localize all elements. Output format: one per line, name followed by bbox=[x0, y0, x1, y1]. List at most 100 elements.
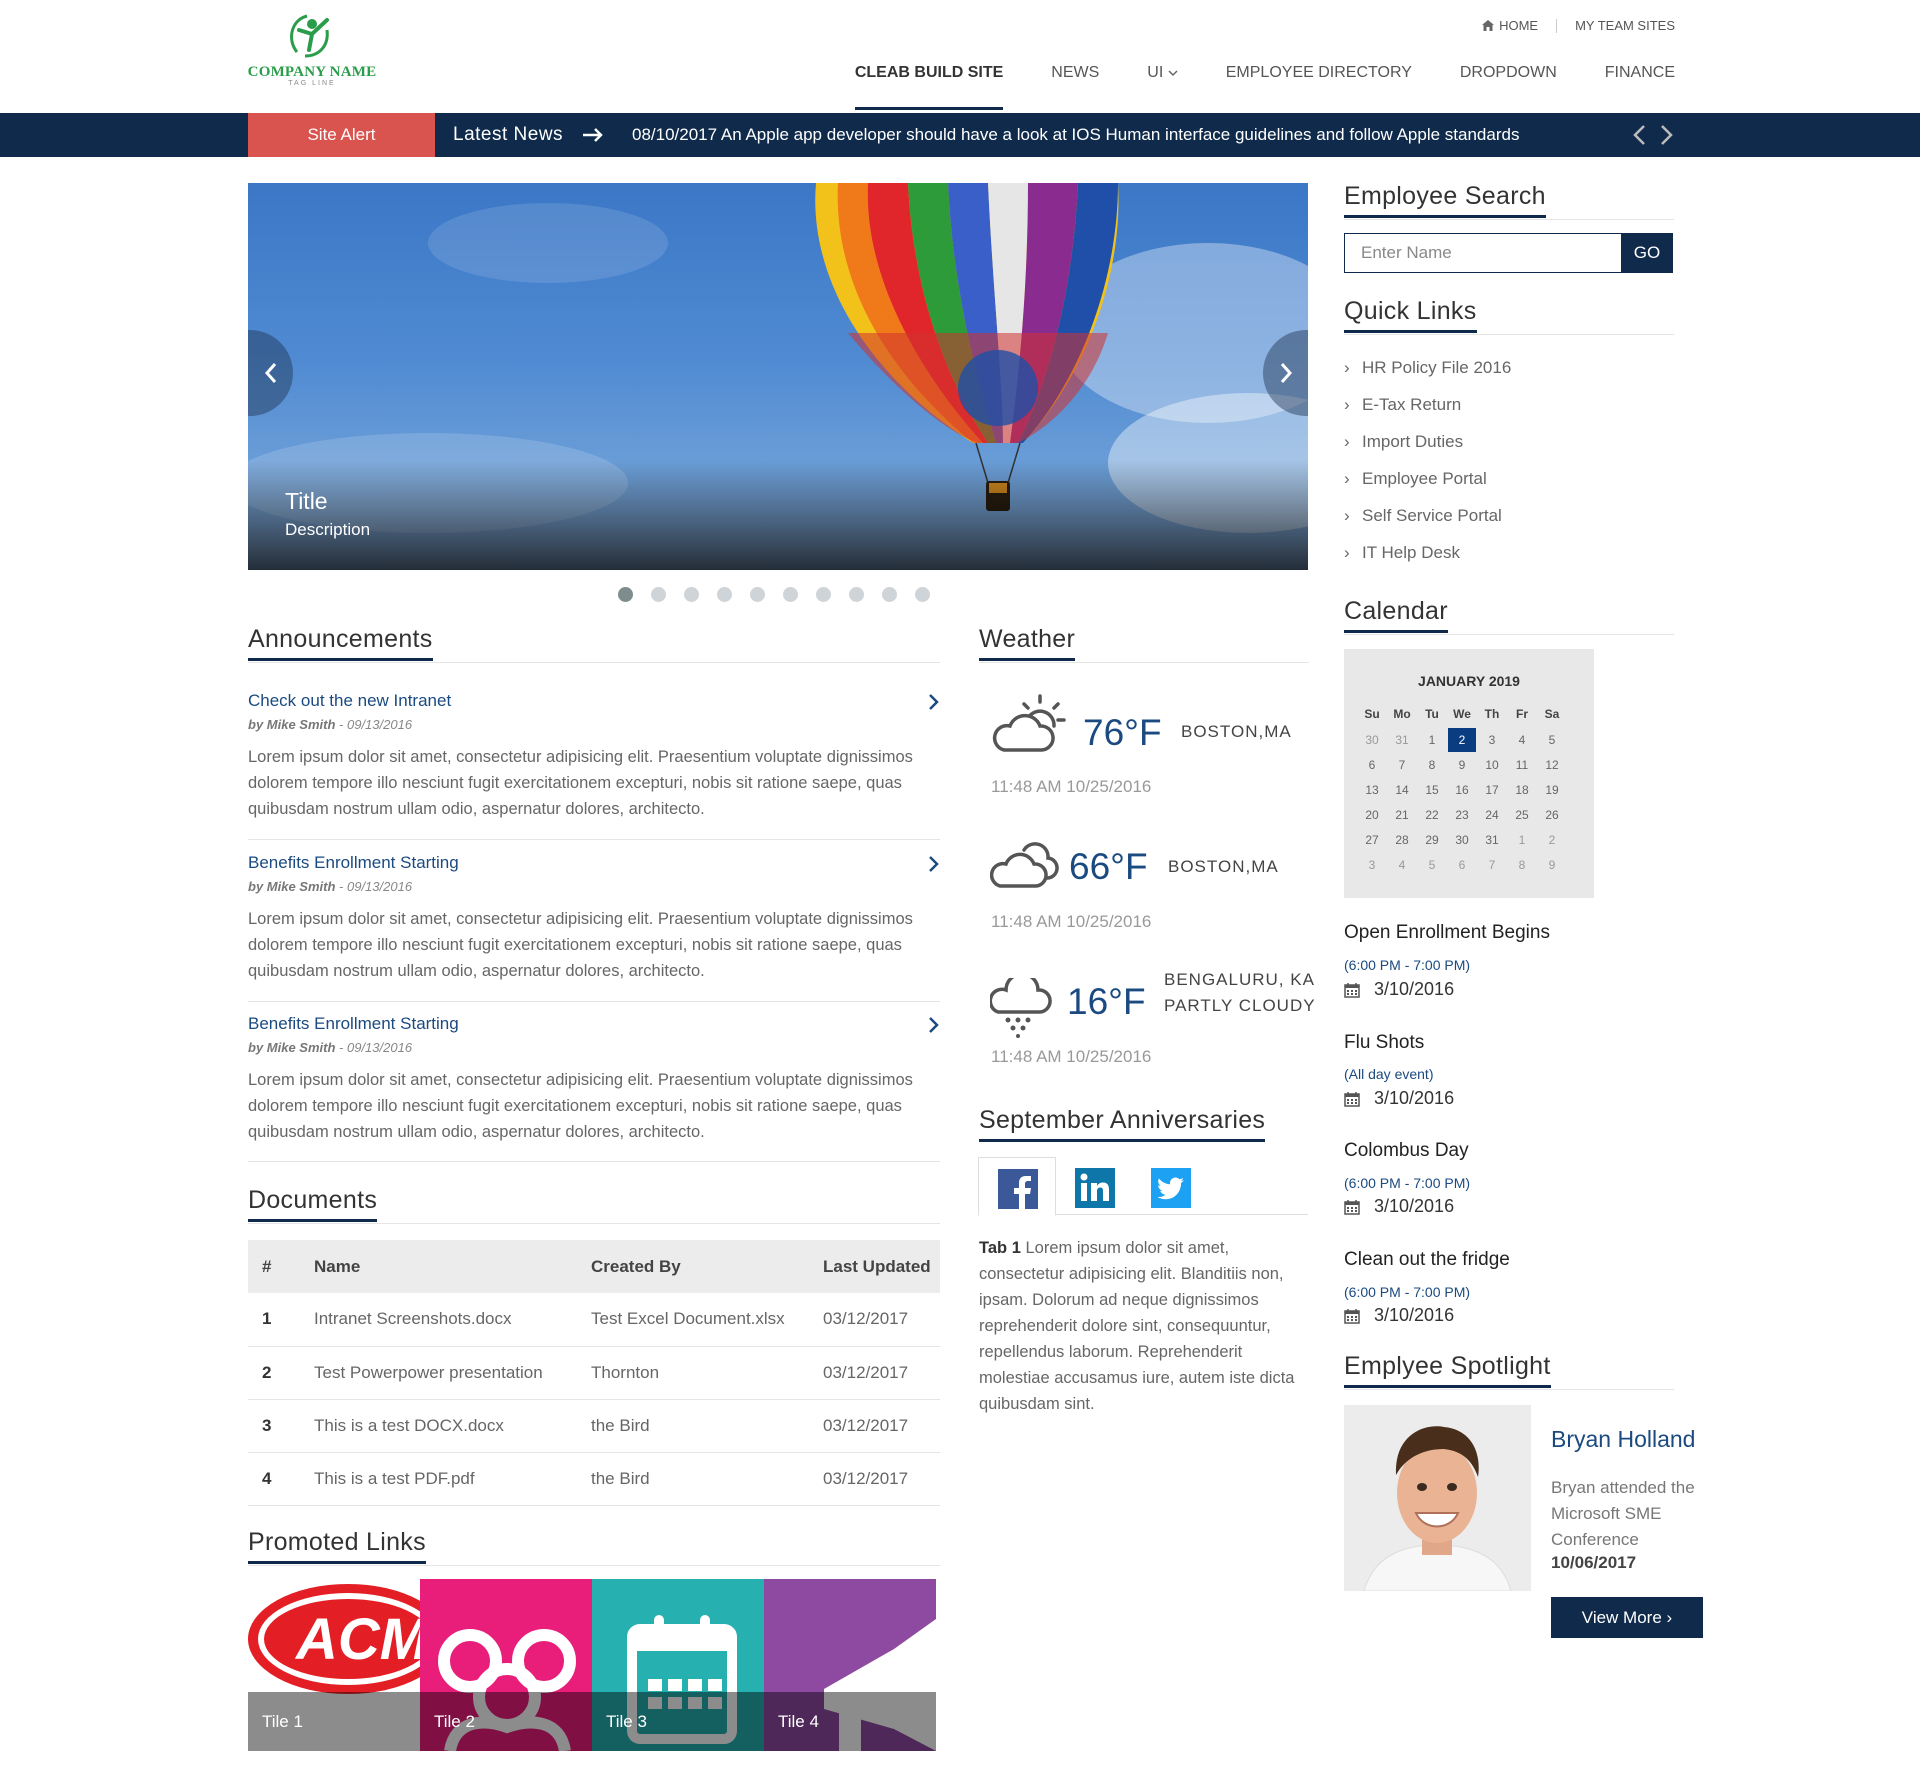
nav-item-finance[interactable]: FINANCE bbox=[1605, 64, 1675, 110]
carousel-dot[interactable] bbox=[849, 587, 864, 602]
calendar-day[interactable]: 30 bbox=[1357, 727, 1387, 752]
carousel-dot[interactable] bbox=[915, 587, 930, 602]
document-name[interactable]: This is a test PDF.pdf bbox=[300, 1452, 577, 1506]
carousel-dot[interactable] bbox=[783, 587, 798, 602]
spotlight-name[interactable]: Bryan Holland bbox=[1551, 1426, 1695, 1453]
table-row[interactable]: 3 This is a test DOCX.docx the Bird 03/1… bbox=[248, 1399, 940, 1453]
calendar-day[interactable]: 7 bbox=[1477, 852, 1507, 877]
document-name[interactable]: Intranet Screenshots.docx bbox=[300, 1293, 577, 1347]
table-row[interactable]: 4 This is a test PDF.pdf the Bird 03/12/… bbox=[248, 1452, 940, 1506]
calendar-day[interactable]: 5 bbox=[1417, 852, 1447, 877]
linkedin-icon[interactable] bbox=[1075, 1168, 1115, 1208]
calendar-day[interactable]: 30 bbox=[1447, 827, 1477, 852]
carousel-dot[interactable] bbox=[618, 587, 633, 602]
calendar-day[interactable]: 22 bbox=[1417, 802, 1447, 827]
calendar-day[interactable]: 31 bbox=[1477, 827, 1507, 852]
table-row[interactable]: 1 Intranet Screenshots.docx Test Excel D… bbox=[248, 1293, 940, 1347]
calendar-day[interactable]: 19 bbox=[1537, 777, 1567, 802]
calendar-day[interactable]: 20 bbox=[1357, 802, 1387, 827]
calendar-day[interactable]: 21 bbox=[1387, 802, 1417, 827]
calendar-day[interactable]: 6 bbox=[1357, 752, 1387, 777]
announcement-title[interactable]: Benefits Enrollment Starting bbox=[248, 1014, 459, 1033]
calendar-day[interactable]: 13 bbox=[1357, 777, 1387, 802]
calendar-day[interactable]: 17 bbox=[1477, 777, 1507, 802]
document-name[interactable]: This is a test DOCX.docx bbox=[300, 1399, 577, 1453]
table-row[interactable]: 2 Test Powerpower presentation Thornton … bbox=[248, 1346, 940, 1400]
calendar-day[interactable]: 2 bbox=[1537, 827, 1567, 852]
calendar-day[interactable]: 28 bbox=[1387, 827, 1417, 852]
calendar-day[interactable]: 10 bbox=[1477, 752, 1507, 777]
carousel-dot[interactable] bbox=[651, 587, 666, 602]
announcement-title[interactable]: Benefits Enrollment Starting bbox=[248, 853, 459, 872]
calendar-day[interactable]: 25 bbox=[1507, 802, 1537, 827]
event-title[interactable]: Colombus Day bbox=[1344, 1140, 1469, 1162]
calendar-day[interactable]: 6 bbox=[1447, 852, 1477, 877]
calendar-day[interactable]: 29 bbox=[1417, 827, 1447, 852]
chevron-left-icon[interactable] bbox=[1632, 124, 1648, 146]
calendar-day[interactable]: 23 bbox=[1447, 802, 1477, 827]
calendar-day[interactable]: 31 bbox=[1387, 727, 1417, 752]
carousel-dot[interactable] bbox=[882, 587, 897, 602]
calendar-day[interactable]: 24 bbox=[1477, 802, 1507, 827]
carousel-dot[interactable] bbox=[717, 587, 732, 602]
nav-item-employee-directory[interactable]: EMPLOYEE DIRECTORY bbox=[1226, 64, 1412, 110]
quick-link-item[interactable]: › IT Help Desk bbox=[1344, 543, 1460, 563]
announcement-title[interactable]: Check out the new Intranet bbox=[248, 691, 451, 710]
calendar-day[interactable]: 14 bbox=[1387, 777, 1417, 802]
column-header-created-by[interactable]: Created By bbox=[577, 1240, 809, 1293]
chevron-right-icon[interactable] bbox=[928, 1016, 940, 1034]
nav-item-dropdown[interactable]: DROPDOWN bbox=[1460, 64, 1557, 110]
promoted-tile-4[interactable]: Tile 4 bbox=[764, 1579, 936, 1751]
calendar-day[interactable]: 8 bbox=[1417, 752, 1447, 777]
chevron-right-icon[interactable] bbox=[1658, 124, 1674, 146]
quick-link-item[interactable]: › Import Duties bbox=[1344, 432, 1463, 452]
chevron-right-icon[interactable] bbox=[928, 693, 940, 711]
quick-link-item[interactable]: › Employee Portal bbox=[1344, 469, 1487, 489]
promoted-tile-2[interactable]: Tile 2 bbox=[420, 1579, 592, 1751]
column-header-last-updated[interactable]: Last Updated bbox=[809, 1240, 940, 1293]
calendar-day[interactable]: 16 bbox=[1447, 777, 1477, 802]
nav-item-ui[interactable]: UI bbox=[1147, 64, 1178, 110]
calendar-day[interactable]: 3 bbox=[1357, 852, 1387, 877]
carousel-dot[interactable] bbox=[684, 587, 699, 602]
calendar-day[interactable]: 7 bbox=[1387, 752, 1417, 777]
calendar-day[interactable]: 12 bbox=[1537, 752, 1567, 777]
calendar-day[interactable]: 9 bbox=[1537, 852, 1567, 877]
calendar-day[interactable]: 4 bbox=[1507, 727, 1537, 752]
calendar-day[interactable]: 3 bbox=[1477, 727, 1507, 752]
quick-link-item[interactable]: › Self Service Portal bbox=[1344, 506, 1502, 526]
quick-link-item[interactable]: › E-Tax Return bbox=[1344, 395, 1461, 415]
quick-link-item[interactable]: › HR Policy File 2016 bbox=[1344, 358, 1511, 378]
carousel-dot[interactable] bbox=[750, 587, 765, 602]
promoted-tile-3[interactable]: Tile 3 bbox=[592, 1579, 764, 1751]
calendar-day[interactable]: 18 bbox=[1507, 777, 1537, 802]
employee-search-input[interactable] bbox=[1345, 234, 1628, 272]
calendar-day[interactable]: 27 bbox=[1357, 827, 1387, 852]
nav-item-news[interactable]: NEWS bbox=[1051, 64, 1099, 110]
hero-carousel[interactable]: Title Description bbox=[248, 183, 1308, 570]
calendar-day[interactable]: 4 bbox=[1387, 852, 1417, 877]
event-title[interactable]: Clean out the fridge bbox=[1344, 1249, 1510, 1271]
home-link[interactable]: HOME bbox=[1482, 18, 1538, 33]
carousel-dot[interactable] bbox=[816, 587, 831, 602]
event-title[interactable]: Open Enrollment Begins bbox=[1344, 922, 1550, 944]
calendar-day[interactable]: 9 bbox=[1447, 752, 1477, 777]
column-header-name[interactable]: Name bbox=[300, 1240, 577, 1293]
nav-item-cleab-build-site[interactable]: CLEAB BUILD SITE bbox=[854, 64, 1004, 110]
view-more-button[interactable]: View More › bbox=[1551, 1597, 1703, 1638]
event-title[interactable]: Flu Shots bbox=[1344, 1032, 1424, 1054]
calendar-day[interactable]: 1 bbox=[1417, 727, 1447, 752]
promoted-tile-1[interactable]: ACME Tile 1 bbox=[248, 1579, 420, 1751]
column-header-number[interactable]: # bbox=[248, 1240, 300, 1293]
calendar-day[interactable]: 5 bbox=[1537, 727, 1567, 752]
calendar-day[interactable]: 26 bbox=[1537, 802, 1567, 827]
chevron-right-icon[interactable] bbox=[928, 855, 940, 873]
calendar-day-selected[interactable]: 2 bbox=[1447, 727, 1477, 752]
my-team-sites-link[interactable]: MY TEAM SITES bbox=[1575, 18, 1675, 33]
employee-search-go-button[interactable]: GO bbox=[1621, 233, 1673, 273]
document-name[interactable]: Test Powerpower presentation bbox=[300, 1346, 577, 1400]
twitter-icon[interactable] bbox=[1151, 1168, 1191, 1208]
site-alert-button[interactable]: Site Alert bbox=[248, 113, 435, 157]
calendar-day[interactable]: 1 bbox=[1507, 827, 1537, 852]
calendar-day[interactable]: 8 bbox=[1507, 852, 1537, 877]
